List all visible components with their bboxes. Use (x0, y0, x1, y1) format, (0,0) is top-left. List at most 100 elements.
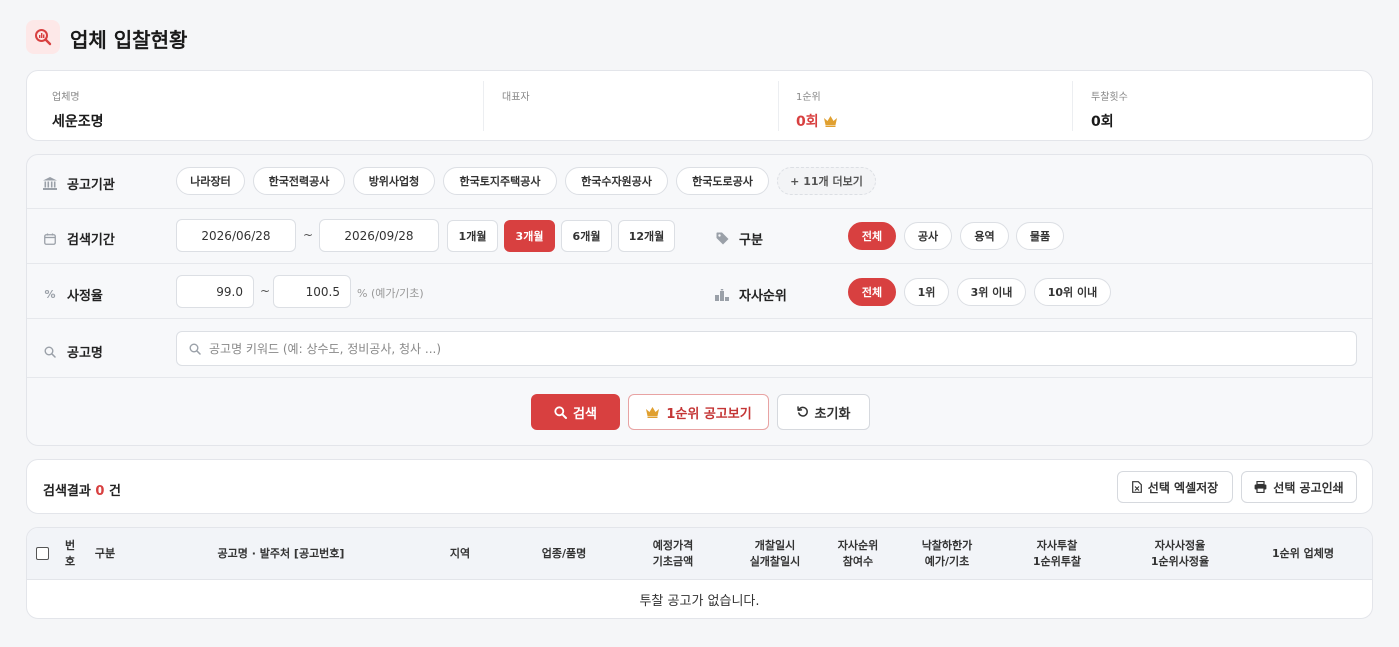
first-rank-notices-button[interactable]: 1순위 공고보기 (628, 394, 769, 430)
rank-filter-label: 자사순위 (715, 285, 787, 304)
period-separator: ~ (303, 228, 314, 242)
keyword-label-text: 공고명 (67, 346, 103, 361)
rank-chip-top3[interactable]: 3위 이내 (957, 278, 1026, 306)
tag-icon (715, 232, 729, 246)
ceo-field: 대표자 (502, 71, 530, 142)
period-end-input[interactable]: 2026/09/28 (319, 219, 439, 252)
agency-chip-kepco[interactable]: 한국전력공사 (253, 167, 345, 195)
ceo-label: 대표자 (502, 92, 530, 103)
search-icon (43, 345, 57, 359)
calendar-icon (43, 232, 57, 246)
empty-table-message: 투찰 공고가 없습니다. (639, 593, 760, 609)
col-region: 지역 (449, 547, 471, 560)
keyword-search-icon (189, 343, 201, 355)
type-chip-construction[interactable]: 공사 (904, 222, 952, 250)
col-no: 번호 (64, 539, 76, 568)
col-lower-limit: 낙찰하한가 예가/기초 (921, 539, 973, 568)
agency-chip-dapa[interactable]: 방위사업청 (353, 167, 435, 195)
period-start-input[interactable]: 2026/06/28 (176, 219, 296, 252)
first-rank-button-label: 1순위 공고보기 (666, 406, 752, 422)
agency-chip-nara[interactable]: 나라장터 (176, 167, 245, 195)
bid-count-field: 투찰횟수 0회 (1091, 71, 1128, 142)
type-label-text: 구분 (739, 233, 763, 248)
crown-icon (646, 407, 660, 418)
crown-icon (823, 116, 837, 127)
results-count: 0 (95, 484, 105, 499)
institution-icon (43, 177, 57, 191)
printer-icon (1254, 481, 1267, 493)
type-chip-service[interactable]: 용역 (960, 222, 1009, 250)
type-filter-label: 구분 (715, 229, 763, 248)
first-rank-value-wrap: 0회 (796, 111, 838, 131)
keyword-placeholder: 공고명 키워드 (예: 상수도, 정비공사, 청사 ...) (209, 342, 442, 356)
rate-filter-label: % 사정율 (43, 285, 103, 304)
agency-label-text: 공고기관 (67, 178, 115, 193)
first-rank-field: 1순위 0회 (796, 71, 838, 142)
col-open-date: 개찰일시 실개찰일시 (749, 539, 801, 568)
agency-chip-lh[interactable]: 한국토지주택공사 (443, 167, 557, 195)
rank-label-text: 자사순위 (739, 289, 787, 304)
rate-separator: ~ (260, 284, 271, 298)
select-all-checkbox[interactable] (36, 547, 49, 560)
rate-unit-hint: % (예가/기초) (357, 287, 424, 300)
reset-button[interactable]: 초기화 (777, 394, 870, 430)
period-label-text: 검색기간 (67, 233, 115, 248)
agency-filter-label: 공고기관 (43, 174, 115, 193)
keyword-filter-label: 공고명 (43, 342, 103, 361)
first-rank-label: 1순위 (796, 92, 821, 103)
col-rate: 자사사정율 1순위사정율 (1150, 539, 1210, 568)
bid-count-label: 투찰횟수 (1091, 92, 1128, 103)
results-suffix: 건 (108, 484, 121, 499)
type-chip-goods[interactable]: 물품 (1016, 222, 1064, 250)
page-title-icon (26, 20, 60, 54)
col-bid-amount: 자사투찰 1순위투찰 (1032, 539, 1082, 568)
company-name-field: 업체명 세운조명 (52, 71, 104, 142)
percent-icon: % (44, 288, 56, 301)
company-name-value: 세운조명 (52, 114, 104, 130)
col-type: 구분 (94, 547, 116, 560)
print-notices-label: 선택 공고인쇄 (1273, 480, 1344, 495)
agency-chip-ex[interactable]: 한국도로공사 (676, 167, 769, 195)
podium-icon (715, 288, 729, 302)
search-icon (554, 405, 568, 419)
bid-count-value: 0회 (1091, 114, 1114, 130)
reset-icon (796, 406, 808, 417)
type-chip-all[interactable]: 전체 (848, 222, 896, 250)
filter-panel: 공고기관 나라장터 한국전력공사 방위사업청 한국토지주택공사 한국수자원공사 … (26, 154, 1373, 446)
search-button-label: 검색 (573, 406, 597, 422)
results-prefix: 검색결과 (43, 484, 91, 499)
col-title: 공고명 · 발주처 [공고번호] (217, 547, 345, 560)
rank-chip-1[interactable]: 1위 (904, 278, 949, 306)
period-preset-1m[interactable]: 1개월 (447, 220, 498, 252)
export-excel-label: 선택 엑셀저장 (1147, 480, 1219, 495)
col-price: 예정가격 기초금액 (652, 539, 694, 568)
col-first-company: 1순위 업체명 (1271, 547, 1335, 560)
search-button[interactable]: 검색 (531, 394, 620, 430)
company-name-label: 업체명 (52, 92, 80, 103)
excel-file-icon (1131, 481, 1142, 493)
table-header: 번호 구분 공고명 · 발주처 [공고번호] 지역 업종/품명 예정가격 기초금액… (27, 528, 1372, 580)
period-preset-3m[interactable]: 3개월 (504, 220, 555, 252)
first-rank-value: 0회 (796, 114, 819, 130)
rate-label-text: 사정율 (67, 289, 103, 304)
col-rank: 자사순위 참여수 (837, 539, 879, 568)
agency-more-button[interactable]: + 11개 더보기 (777, 167, 876, 195)
rate-max-input[interactable]: 100.5 (273, 275, 351, 308)
period-filter-label: 검색기간 (43, 229, 115, 248)
rate-min-input[interactable]: 99.0 (176, 275, 254, 308)
bids-table: 번호 구분 공고명 · 발주처 [공고번호] 지역 업종/품명 예정가격 기초금액… (26, 527, 1373, 619)
agency-chip-kwater[interactable]: 한국수자원공사 (565, 167, 668, 195)
export-excel-button[interactable]: 선택 엑셀저장 (1117, 471, 1233, 503)
col-category: 업종/품명 (541, 547, 587, 560)
keyword-input[interactable]: 공고명 키워드 (예: 상수도, 정비공사, 청사 ...) (176, 331, 1357, 366)
results-summary: 검색결과 0 건 (43, 480, 121, 499)
results-bar: 검색결과 0 건 선택 엑셀저장 선택 공고인쇄 (26, 459, 1373, 514)
reset-button-label: 초기화 (814, 406, 851, 422)
rank-chip-top10[interactable]: 10위 이내 (1034, 278, 1111, 306)
print-notices-button[interactable]: 선택 공고인쇄 (1241, 471, 1357, 503)
company-info-card: 업체명 세운조명 대표자 1순위 0회 투찰횟수 0회 (26, 70, 1373, 141)
period-preset-12m[interactable]: 12개월 (618, 220, 675, 252)
period-preset-6m[interactable]: 6개월 (561, 220, 612, 252)
page-title: 업체 입찰현황 (70, 28, 188, 52)
rank-chip-all[interactable]: 전체 (848, 278, 896, 306)
